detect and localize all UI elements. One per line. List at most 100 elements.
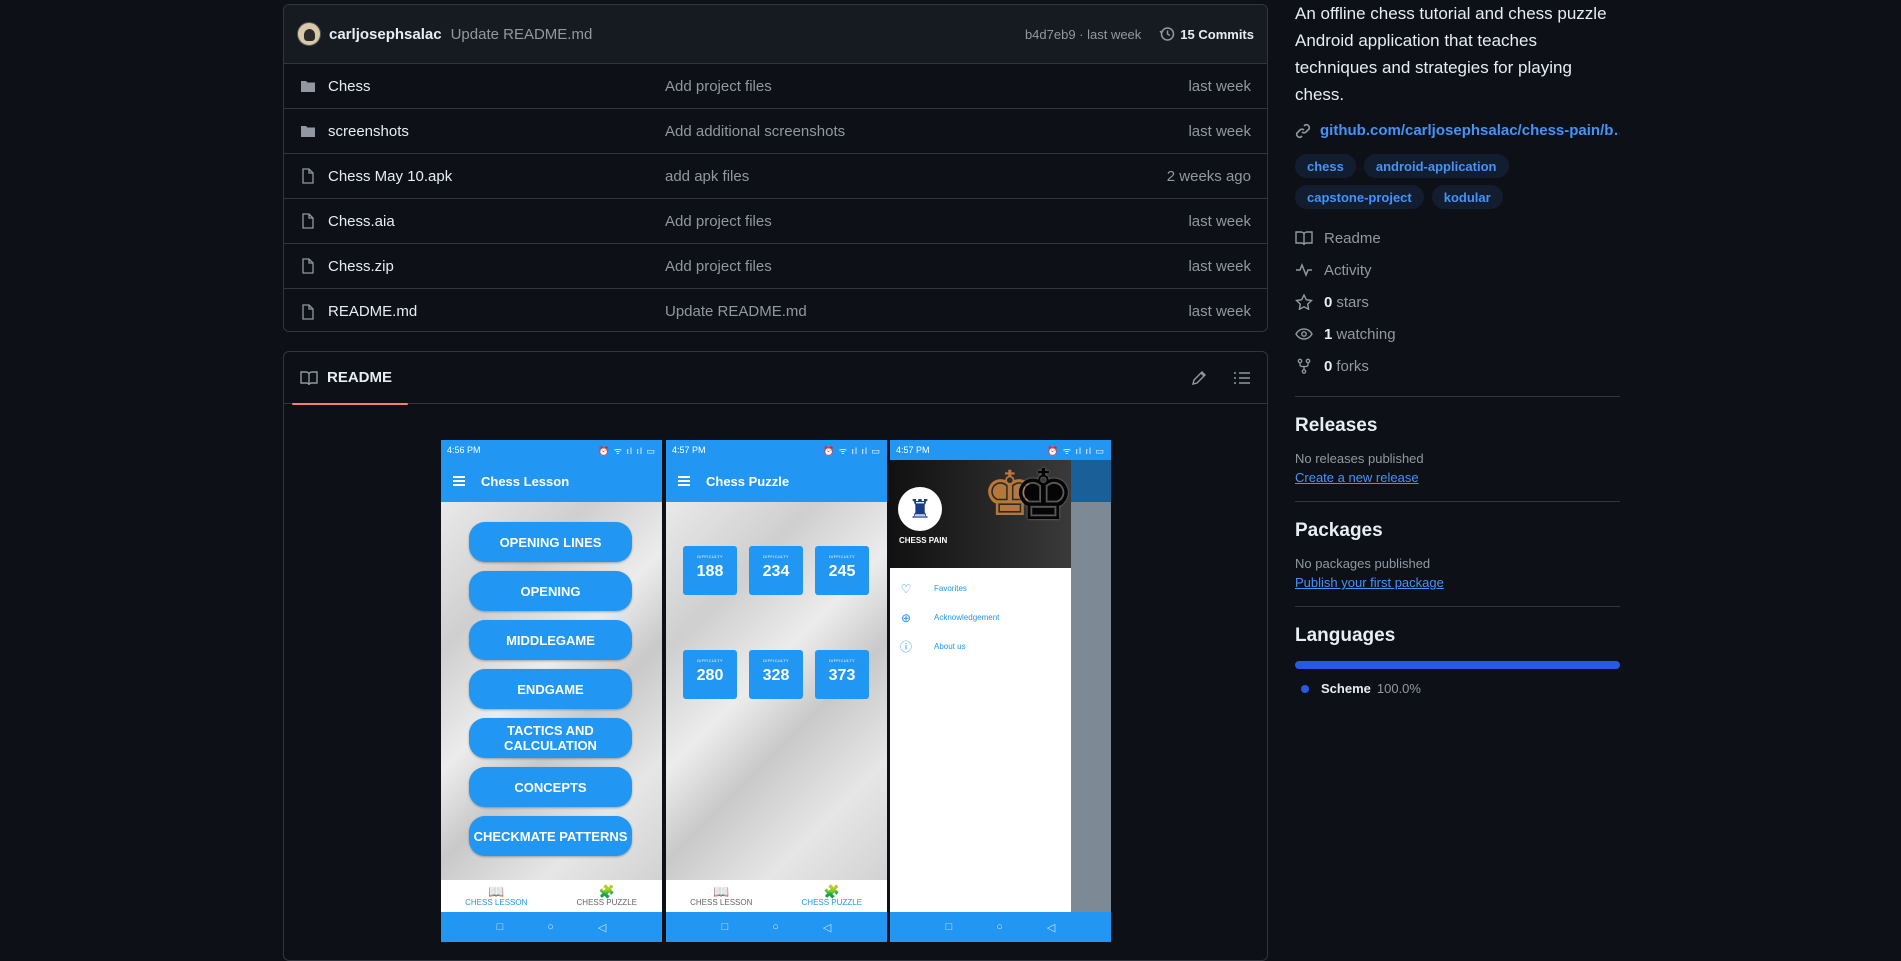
tile-value: 245 [828, 563, 856, 580]
releases-title[interactable]: Releases [1295, 415, 1620, 437]
status-bar: 4:57 PM ⏰ ᯤ ıl ıl ▭ [666, 440, 887, 460]
tile-label: DIFFICULTY [829, 554, 855, 559]
star-icon [1295, 294, 1313, 310]
commits-history-link[interactable]: 15 Commits [1159, 26, 1254, 42]
file-time: last week [1188, 77, 1251, 95]
app-bar-title: Chess Puzzle [706, 473, 790, 489]
create-release-link[interactable]: Create a new release [1295, 470, 1419, 485]
book-icon [1295, 231, 1313, 246]
status-icons: ⏰ ᯤ ıl ıl ▭ [823, 445, 881, 456]
edit-pencil-icon[interactable] [1191, 370, 1207, 386]
commit-author-link[interactable]: carljosephsalac [329, 26, 442, 43]
readme-tab[interactable]: README [291, 352, 409, 405]
circle-icon: ○ [996, 921, 1003, 933]
file-row: Chess.zip Add project files last week [284, 244, 1267, 289]
releases-empty: No releases published [1295, 451, 1424, 466]
menu-icon [453, 474, 465, 488]
releases-section: Releases No releases published Create a … [1295, 396, 1620, 487]
file-row: screenshots Add additional screenshots las… [284, 109, 1267, 154]
status-icons: ⏰ ᯤ ıl ıl ▭ [1047, 445, 1105, 456]
lesson-button: OPENING LINES [469, 522, 632, 562]
file-icon [302, 303, 314, 320]
lesson-button: CHECKMATE PATTERNS [469, 816, 632, 856]
repo-website-link[interactable]: github.com/carljosephsalac/chess-pain/b… [1295, 122, 1620, 139]
system-nav: □ ○ ◁ [441, 912, 662, 942]
book-icon: 📖 [713, 884, 730, 899]
nav-chess-lesson: 📖 CHESS LESSON [441, 880, 552, 912]
language-item[interactable]: Scheme 100.0% [1295, 681, 1620, 696]
topic-tag[interactable]: chess [1295, 154, 1356, 178]
readme-link[interactable]: Readme [1295, 222, 1620, 254]
readme-tabbar: README [284, 352, 1267, 405]
tile-label: DIFFICULTY [697, 658, 723, 663]
file-name-link[interactable]: Chess.zip [300, 258, 665, 275]
file-row: Chess Add project files last week [284, 64, 1267, 109]
author-avatar[interactable] [297, 22, 321, 46]
commit-hash-time[interactable]: b4d7eb9 · last week [1025, 27, 1141, 42]
file-name-link[interactable]: README.md [300, 303, 665, 320]
commits-count: 15 Commits [1180, 26, 1254, 42]
file-commit-message[interactable]: add apk files [665, 168, 1167, 185]
back-triangle-icon: ◁ [597, 921, 607, 934]
publish-package-link[interactable]: Publish your first package [1295, 575, 1444, 590]
puzzle-tile: DIFFICULTY 234 [749, 546, 803, 595]
file-name-link[interactable]: Chess [300, 78, 665, 95]
puzzle-tile: DIFFICULTY 373 [815, 650, 869, 699]
commit-message-link[interactable]: Update README.md [451, 26, 593, 43]
topic-tag[interactable]: android-application [1363, 154, 1509, 178]
file-commit-message[interactable]: Add project files [665, 258, 1188, 275]
square-icon: □ [721, 921, 729, 933]
puzzle-icon: 🧩 [823, 884, 840, 899]
bottom-nav: 📖 CHESS LESSON 🧩 CHESS PUZZLE [441, 880, 662, 912]
topic-tag[interactable]: kodular [1431, 185, 1503, 209]
readme-tab-label: README [327, 369, 393, 386]
chess-king-dark-image: ♚ [1012, 460, 1071, 534]
lesson-button: TACTICS AND CALCULATION [469, 718, 632, 758]
watching-link[interactable]: 1 watching [1295, 318, 1620, 350]
file-name-link[interactable]: Chess.aia [300, 213, 665, 230]
topic-tag[interactable]: capstone-project [1295, 185, 1424, 209]
status-icons: ⏰ ᯤ ıl ıl ▭ [598, 445, 656, 456]
file-commit-message[interactable]: Add project files [665, 213, 1188, 230]
puzzle-tile: DIFFICULTY 280 [683, 650, 737, 699]
nav-chess-puzzle: 🧩 CHESS PUZZLE [552, 880, 663, 912]
back-triangle-icon: ◁ [1046, 921, 1056, 934]
file-name-link[interactable]: Chess May 10.apk [300, 168, 665, 185]
tile-label: DIFFICULTY [697, 554, 723, 559]
drawer-item-favorites: ♡ Favorites [890, 574, 1071, 603]
repo-sidebar: An offline chess tutorial and chess puzz… [1295, 0, 1620, 696]
lesson-body: OPENING LINES OPENING MIDDLEGAME ENDGAME TAC… [441, 502, 662, 880]
packages-title[interactable]: Packages [1295, 520, 1620, 542]
repo-description: An offline chess tutorial and chess puzz… [1295, 4, 1607, 104]
fork-icon [1297, 358, 1311, 374]
file-time: last week [1188, 122, 1251, 140]
outline-list-icon[interactable] [1233, 370, 1251, 386]
forks-link[interactable]: 0 forks [1295, 350, 1620, 382]
status-bar: 4:57 PM ⏰ ᯤ ıl ıl ▭ [890, 440, 1111, 460]
file-commit-message[interactable]: Update README.md [665, 303, 1188, 320]
puzzle-tile: DIFFICULTY 188 [683, 546, 737, 595]
activity-link[interactable]: Activity [1295, 254, 1620, 286]
file-commit-message[interactable]: Add additional screenshots [665, 123, 1188, 140]
book-icon [300, 370, 318, 385]
tile-value: 280 [696, 667, 724, 684]
circle-icon: ○ [772, 921, 779, 933]
app-bar: Chess Lesson [441, 460, 662, 502]
topic-list: chess android-application capstone-project… [1295, 154, 1620, 209]
square-icon: □ [945, 921, 953, 933]
tile-value: 234 [762, 563, 790, 580]
app-bar-title: Chess Lesson [481, 473, 570, 489]
screenshot-drawer: 4:57 PM ⏰ ᯤ ıl ıl ▭ ♜ CHESS PAIN ♚ ♚ ♡ Fav… [890, 440, 1111, 942]
status-bar: 4:56 PM ⏰ ᯤ ıl ıl ▭ [441, 440, 662, 460]
stars-link[interactable]: 0 stars [1295, 286, 1620, 318]
tile-label: DIFFICULTY [763, 554, 789, 559]
puzzle-body: DIFFICULTY 188 DIFFICULTY 234 DIFFICULTY 245 D… [666, 502, 887, 880]
status-time: 4:57 PM [672, 445, 706, 455]
file-commit-message[interactable]: Add project files [665, 78, 1188, 95]
tile-value: 188 [696, 563, 724, 580]
file-name-link[interactable]: screenshots [300, 123, 665, 140]
file-icon [302, 258, 314, 274]
circle-icon: ○ [547, 921, 554, 933]
app-bar: Chess Puzzle [666, 460, 887, 502]
search-globe-icon: ⊕ [900, 610, 912, 625]
